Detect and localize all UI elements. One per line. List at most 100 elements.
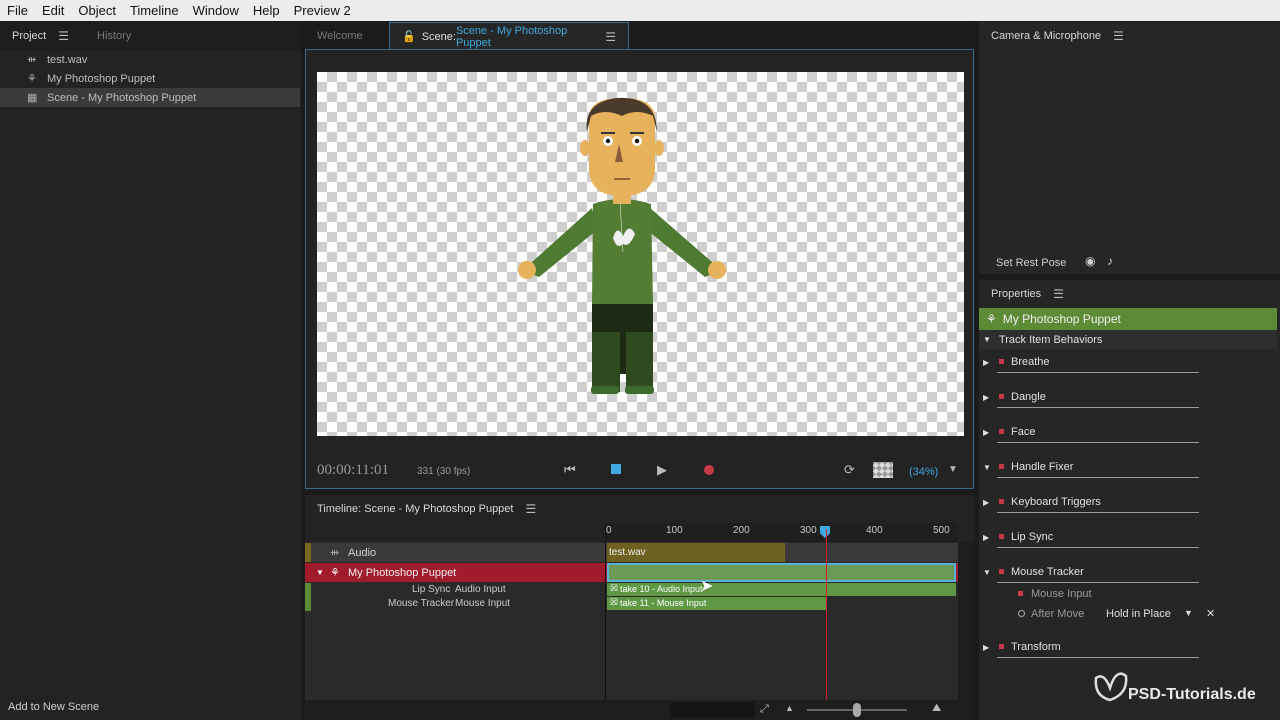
tab-scene[interactable]: 🔓 Scene: Scene - My Photoshop Puppet ☰ xyxy=(389,22,629,50)
play-icon[interactable]: ▶ xyxy=(657,462,667,478)
vertical-scrollbar[interactable] xyxy=(958,542,974,700)
take-clip[interactable]: ☒ take 10 - Audio Input xyxy=(607,583,956,596)
menu-preview[interactable]: Preview 2 xyxy=(287,3,358,18)
track-lip-sync[interactable]: Lip Sync Audio Input ☒ take 10 - Audio I… xyxy=(305,583,958,611)
ruler-tick: 500 xyxy=(933,525,950,536)
go-to-start-icon[interactable]: ⏮ xyxy=(564,462,576,478)
divider xyxy=(997,657,1199,658)
timeline-ruler[interactable]: 0 100 200 300 400 500 xyxy=(606,523,958,542)
timeline-divider[interactable] xyxy=(605,523,606,703)
behavior-mouse-tracker[interactable]: ▼ Mouse Tracker xyxy=(979,561,1279,583)
record-button[interactable] xyxy=(704,465,714,475)
menu-file[interactable]: File xyxy=(0,3,35,18)
disclosure-right-icon[interactable]: ▶ xyxy=(983,358,989,367)
menu-object[interactable]: Object xyxy=(71,3,123,18)
behavior-transform[interactable]: ▶ Transform xyxy=(979,636,1279,658)
tab-history[interactable]: History xyxy=(85,30,143,42)
disclosure-down-icon[interactable]: ▼ xyxy=(983,568,991,577)
behavior-face[interactable]: ▶ Face xyxy=(979,421,1279,443)
list-item[interactable]: ⚘ My Photoshop Puppet xyxy=(0,69,300,88)
list-item[interactable]: ⇻ test.wav xyxy=(0,50,300,69)
param-color-swatch xyxy=(1018,591,1023,596)
puppet-name-bar[interactable]: ⚘ My Photoshop Puppet xyxy=(979,308,1277,330)
refresh-icon[interactable]: ⟳ xyxy=(844,462,855,478)
add-to-new-scene-button[interactable]: Add to New Scene xyxy=(8,701,99,713)
set-rest-pose-button[interactable]: Set Rest Pose xyxy=(996,257,1066,269)
behavior-keyboard-triggers[interactable]: ▶ Keyboard Triggers xyxy=(979,491,1279,513)
zoom-in-icon[interactable]: ⛰ xyxy=(932,702,941,715)
zoom-level[interactable]: (34%) xyxy=(909,466,938,478)
properties-title: Properties xyxy=(991,288,1042,300)
disclosure-right-icon[interactable]: ▶ xyxy=(983,428,989,437)
audio-clip[interactable]: test.wav xyxy=(607,543,785,562)
disclosure-down-icon[interactable]: ▼ xyxy=(316,568,324,577)
divider xyxy=(997,442,1199,443)
menu-timeline[interactable]: Timeline xyxy=(123,3,186,18)
behavior-breathe[interactable]: ▶ Breathe xyxy=(979,351,1279,373)
behavior-color-swatch xyxy=(999,464,1004,469)
disclosure-down-icon[interactable]: ▼ xyxy=(983,463,991,472)
take-clip[interactable]: ☒ take 11 - Mouse Input xyxy=(607,597,827,610)
menu-edit[interactable]: Edit xyxy=(35,3,71,18)
zoom-out-icon[interactable]: ▲ xyxy=(785,703,794,713)
timecode: 00:00:11:01 xyxy=(317,462,389,478)
ruler-tick: 0 xyxy=(606,525,612,536)
disclosure-right-icon[interactable]: ▶ xyxy=(983,498,989,507)
playhead-handle[interactable] xyxy=(820,526,830,538)
behavior-dangle[interactable]: ▶ Dangle xyxy=(979,386,1279,408)
param-radio-icon[interactable] xyxy=(1018,610,1025,617)
disclosure-down-icon: ▼ xyxy=(983,335,991,344)
scene-stage[interactable] xyxy=(317,72,964,436)
menu-window[interactable]: Window xyxy=(186,3,246,18)
mouse-cursor-icon: ➤ xyxy=(700,578,714,595)
take-toggle-icon[interactable]: ☒ xyxy=(610,597,618,608)
tab-project[interactable]: Project xyxy=(0,30,58,42)
disclosure-right-icon[interactable]: ▶ xyxy=(983,393,989,402)
disclosure-right-icon[interactable]: ▶ xyxy=(983,533,989,542)
ruler-tick: 400 xyxy=(866,525,883,536)
lock-icon[interactable]: 🔓 xyxy=(402,30,416,43)
panel-menu-icon[interactable]: ☰ xyxy=(525,502,536,516)
transport-bar: 00:00:11:01 331 (30 fps) ⏮ ▶ ⟳ (34%) ▼ xyxy=(306,448,973,488)
zoom-slider-handle[interactable] xyxy=(853,703,861,717)
fit-icon[interactable]: ⤢ xyxy=(760,703,769,716)
track-audio[interactable]: ⇻ Audio test.wav xyxy=(305,543,958,562)
list-item[interactable]: ▦ Scene - My Photoshop Puppet xyxy=(0,88,300,107)
tab-welcome[interactable]: Welcome xyxy=(305,22,375,50)
track-item-behaviors[interactable]: ▼ Track Item Behaviors xyxy=(979,330,1277,349)
behavior-color-swatch xyxy=(999,359,1004,364)
remove-icon[interactable]: ✕ xyxy=(1206,607,1215,620)
zoom-dropdown-icon[interactable]: ▼ xyxy=(948,464,958,475)
behavior-handle-fixer[interactable]: ▼ Handle Fixer xyxy=(979,456,1279,478)
panel-menu-icon[interactable]: ☰ xyxy=(1113,29,1124,43)
audio-icon: ⇻ xyxy=(330,547,340,559)
scene-panel: Welcome 🔓 Scene: Scene - My Photoshop Pu… xyxy=(305,22,974,489)
panel-menu-icon[interactable]: ☰ xyxy=(58,29,69,43)
after-move-select[interactable]: Hold in Place xyxy=(1106,608,1171,620)
track-mouse-tracker[interactable]: Mouse Tracker Mouse Input ☒ take 11 - Mo… xyxy=(305,597,958,611)
ruler-tick: 300 xyxy=(800,525,817,536)
dropdown-arrow-icon[interactable]: ▼ xyxy=(1184,608,1193,618)
behavior-color-swatch xyxy=(999,429,1004,434)
take-toggle-icon[interactable]: ☒ xyxy=(610,583,618,594)
panel-menu-icon[interactable]: ☰ xyxy=(605,30,616,44)
behavior-lip-sync[interactable]: ▶ Lip Sync xyxy=(979,526,1279,548)
puppet-clip[interactable] xyxy=(607,563,956,582)
webcam-icon[interactable]: ◉ xyxy=(1085,254,1095,268)
item-label: test.wav xyxy=(47,53,88,66)
track-puppet[interactable]: ▼ ⚘ My Photoshop Puppet xyxy=(305,563,958,582)
transparency-toggle-icon[interactable] xyxy=(873,462,893,478)
microphone-icon[interactable]: ♪ xyxy=(1107,254,1113,268)
divider xyxy=(997,512,1199,513)
stop-button[interactable] xyxy=(611,464,621,474)
puppet-character[interactable] xyxy=(317,72,964,436)
mouse-input-param[interactable]: Mouse Input xyxy=(979,583,1279,605)
panel-menu-icon[interactable]: ☰ xyxy=(1053,287,1064,301)
horizontal-scrollbar[interactable] xyxy=(670,702,755,718)
divider xyxy=(997,372,1199,373)
menu-bar: File Edit Object Timeline Window Help Pr… xyxy=(0,0,1280,21)
disclosure-right-icon[interactable]: ▶ xyxy=(983,643,989,652)
timeline-title: Timeline: Scene - My Photoshop Puppet xyxy=(317,503,514,515)
menu-help[interactable]: Help xyxy=(246,3,287,18)
playhead-line[interactable] xyxy=(826,529,827,701)
